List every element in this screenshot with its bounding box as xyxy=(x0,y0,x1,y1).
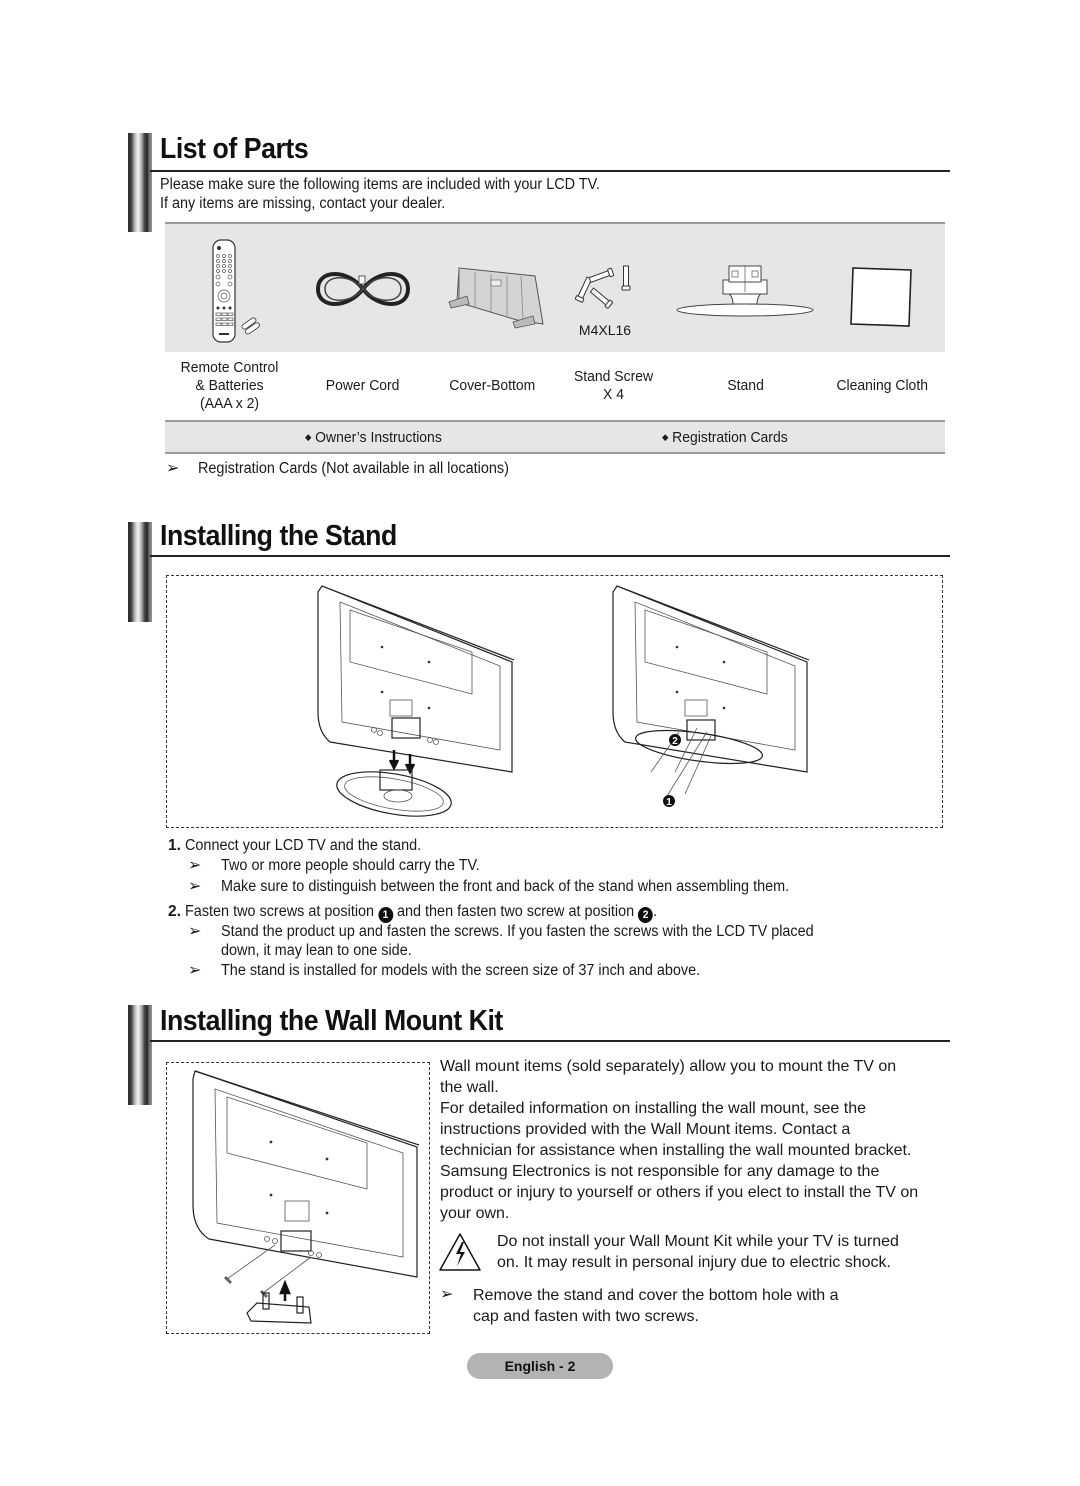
part-label-line: Remote Control xyxy=(181,359,279,376)
position-marker-2: 2 xyxy=(638,907,654,923)
section-marker-bar xyxy=(128,133,152,232)
part-label-stand: Stand xyxy=(683,352,809,420)
step-text-part: Fasten two screws at position xyxy=(185,903,375,920)
part-label-line: (AAA x 2) xyxy=(200,395,260,412)
note-text: Two or more people should carry the TV. xyxy=(221,857,480,874)
doc-label: Owner’s Instructions xyxy=(315,429,442,446)
note-text: Stand the product up and fasten the scre… xyxy=(221,923,814,940)
part-label-line: Stand Screw xyxy=(574,368,654,385)
stand-icon xyxy=(676,265,814,317)
part-label-line: Stand xyxy=(727,377,765,394)
step-text-part: . xyxy=(653,903,658,920)
power-cord-icon xyxy=(315,272,411,306)
stand-step-2-note: ➢ The stand is installed for models with… xyxy=(188,961,736,981)
section-divider xyxy=(150,555,950,557)
wall-mount-paragraph: Wall mount items (sold separately) allow… xyxy=(440,1056,950,1224)
stand-step-1-note: ➢ Two or more people should carry the TV… xyxy=(188,856,499,876)
parts-label-row: Remote Control & Batteries (AAA x 2) Pow… xyxy=(165,352,945,420)
part-label-line: & Batteries xyxy=(195,377,265,394)
paragraph-line: Samsung Electronics is not responsible f… xyxy=(440,1163,880,1180)
bullet-icon: ◆ xyxy=(305,432,312,442)
tv-back-wall-figure xyxy=(192,1070,420,1324)
part-label-line: Cover-Bottom xyxy=(449,377,536,394)
stand-step-1: 1. Connect your LCD TV and the stand. xyxy=(168,836,439,856)
section-marker-bar xyxy=(128,522,152,622)
parts-image-band: M4XL16 xyxy=(165,222,945,352)
part-label-stand-screw: Stand Screw X 4 xyxy=(555,352,673,420)
wall-mount-warning: Do not install your Wall Mount Kit while… xyxy=(497,1231,947,1273)
note-text: Make sure to distinguish between the fro… xyxy=(221,878,790,895)
part-label-line: Cleaning Cloth xyxy=(836,377,929,394)
section-divider xyxy=(150,1040,950,1042)
step-text: Fasten two screws at position 1 and then… xyxy=(185,902,657,923)
part-label-power-cord: Power Cord xyxy=(295,352,430,420)
svg-text:2: 2 xyxy=(672,736,678,747)
section-marker-bar xyxy=(128,1005,152,1105)
cover-bottom-icon xyxy=(448,267,544,329)
note-line: Remove the stand and cover the bottom ho… xyxy=(473,1287,839,1304)
parts-intro: Please make sure the following items are… xyxy=(160,175,633,213)
stand-step-1-note: ➢ Make sure to distinguish between the f… xyxy=(188,877,832,897)
part-label-remote-control: Remote Control & Batteries (AAA x 2) xyxy=(165,352,295,420)
stand-step-2-note: ➢ Stand the product up and fasten the sc… xyxy=(188,922,858,942)
intro-line: Please make sure the following items are… xyxy=(160,176,600,193)
tv-back-figure-1 xyxy=(317,585,515,817)
section-title-list-of-parts: List of Parts xyxy=(160,133,309,165)
note-arrow-icon: ➢ xyxy=(188,857,202,874)
note-text: Registration Cards (Not available in all… xyxy=(198,460,509,477)
warning-line: Do not install your Wall Mount Kit while… xyxy=(497,1233,899,1250)
note-text: The stand is installed for models with t… xyxy=(221,962,701,979)
note-arrow-icon: ➢ xyxy=(188,962,202,979)
part-label-line: X 4 xyxy=(603,386,625,403)
note-arrow-icon: ➢ xyxy=(188,923,202,940)
step-text-part: and then fasten two screw at position xyxy=(397,903,635,920)
paragraph-line: your own. xyxy=(440,1205,510,1222)
part-label-cover-bottom: Cover-Bottom xyxy=(430,352,555,420)
doc-owners-instructions: ◆ Owner’s Instructions xyxy=(305,429,442,446)
paragraph-line: For detailed information on installing t… xyxy=(440,1100,867,1117)
paragraph-line: instructions provided with the Wall Moun… xyxy=(440,1121,851,1138)
registration-note: ➢ Registration Cards (Not available in a… xyxy=(166,459,532,479)
position-marker-1: 1 xyxy=(378,907,394,923)
note-line: cap and fasten with two screws. xyxy=(473,1308,699,1325)
bullet-icon: ◆ xyxy=(662,432,669,442)
stand-figure-box: 2 1 xyxy=(166,575,943,828)
paragraph-line: technician for assistance when installin… xyxy=(440,1142,912,1159)
note-arrow-icon: ➢ xyxy=(166,460,180,477)
stand-step-2-note-cont: down, it may lean to one side. xyxy=(221,941,426,961)
remote-control-icon xyxy=(212,239,260,343)
note-arrow-icon: ➢ xyxy=(188,878,202,895)
section-title-installing-stand: Installing the Stand xyxy=(160,520,397,552)
electric-shock-warning-icon xyxy=(439,1233,481,1271)
intro-line: If any items are missing, contact your d… xyxy=(160,195,446,212)
page-number-badge: English - 2 xyxy=(467,1353,613,1379)
tv-back-figure-2: 2 1 xyxy=(612,585,810,808)
section-title-wall-mount: Installing the Wall Mount Kit xyxy=(160,1005,503,1037)
section-divider xyxy=(150,170,950,172)
stand-step-2: 2. Fasten two screws at position 1 and t… xyxy=(168,902,693,923)
stand-screw-icon xyxy=(574,265,631,309)
step-number: 2. xyxy=(168,903,181,920)
paragraph-line: product or injury to yourself or others … xyxy=(440,1184,919,1201)
screw-size-caption: M4XL16 xyxy=(578,322,632,338)
note-arrow-icon: ➢ xyxy=(440,1286,454,1303)
wall-mount-note: Remove the stand and cover the bottom ho… xyxy=(473,1285,943,1327)
doc-label: Registration Cards xyxy=(672,429,788,446)
wall-mount-figure-box xyxy=(166,1062,430,1334)
doc-registration-cards: ◆ Registration Cards xyxy=(662,429,788,446)
part-label-cleaning-cloth: Cleaning Cloth xyxy=(815,352,950,420)
warning-line: on. It may result in personal injury due… xyxy=(497,1254,891,1271)
note-text: down, it may lean to one side. xyxy=(221,942,412,959)
paragraph-line: Wall mount items (sold separately) allow… xyxy=(440,1058,897,1075)
svg-text:1: 1 xyxy=(666,797,672,808)
step-text: Connect your LCD TV and the stand. xyxy=(185,837,422,854)
documents-row: ◆ Owner’s Instructions ◆ Registration Card… xyxy=(165,420,945,454)
paragraph-line: the wall. xyxy=(440,1079,499,1096)
part-label-line: Power Cord xyxy=(325,377,400,394)
cleaning-cloth-icon xyxy=(850,267,912,327)
step-number: 1. xyxy=(168,837,181,854)
